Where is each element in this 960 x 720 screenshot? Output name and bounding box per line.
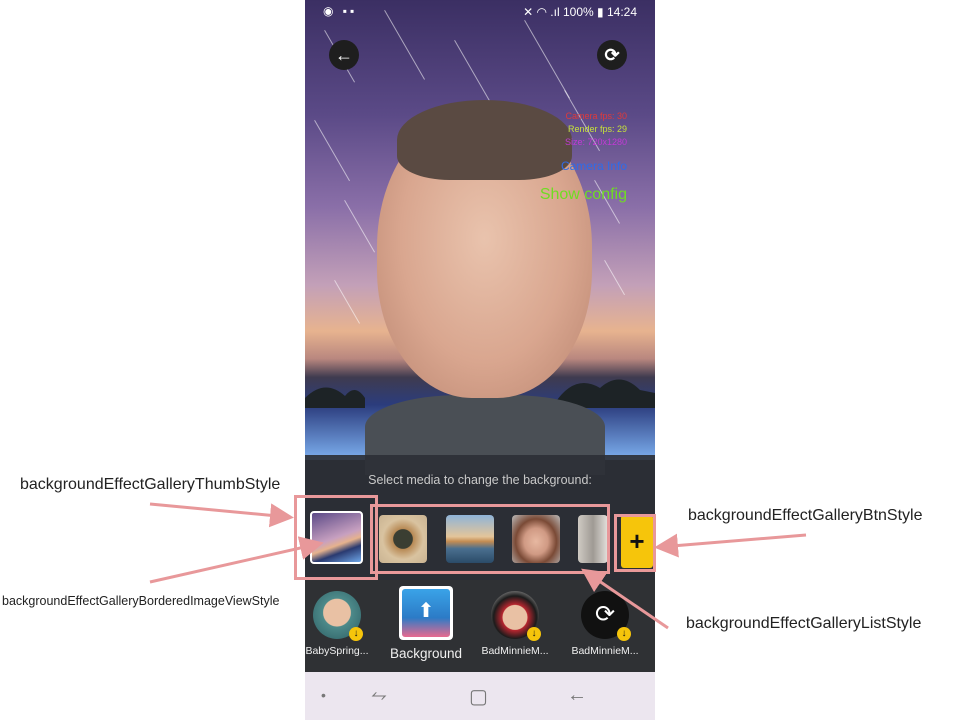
effect-item[interactable]: ↓ BadMinnieM...	[475, 583, 555, 657]
battery-icon: ▮	[597, 5, 607, 19]
person-hair	[397, 100, 572, 180]
list-style-label: backgroundEffectGalleryListStyle	[686, 615, 922, 632]
recents-icon[interactable]: ⥊	[371, 684, 387, 707]
render-fps-text: Render fps: 29	[567, 124, 627, 134]
btn-style-highlight	[614, 514, 656, 572]
back-icon[interactable]: ←	[567, 684, 587, 707]
effect-item[interactable]: ↓ BabySpring...	[305, 583, 377, 657]
effect-item-background[interactable]: ⬆ Background	[386, 583, 466, 661]
back-arrow-icon[interactable]: ←	[329, 40, 359, 70]
nav-dot-icon[interactable]: •	[321, 687, 326, 703]
effect-label: BadMinnieM...	[481, 645, 549, 657]
show-config-link[interactable]: Show config	[540, 186, 627, 204]
thumb-style-label: backgroundEffectGalleryThumbStyle	[20, 476, 281, 493]
status-bar: ◉ ▪▪ ✕ ◠ .ıl 100% ▮ 14:24	[305, 0, 655, 24]
bordered-image-view-style-label: backgroundEffectGalleryBorderedImageView…	[2, 594, 280, 608]
status-icons-right: ✕ ◠ .ıl 100% ▮ 14:24	[523, 5, 637, 19]
android-nav-bar: • ⥊ ▢ ←	[305, 672, 655, 720]
baby-spring-icon: ↓	[313, 591, 363, 641]
gallery-prompt: Select media to change the background:	[368, 473, 592, 487]
list-style-highlight	[370, 504, 610, 574]
effect-item[interactable]: ⟳ ↓ BadMinnieM...	[565, 583, 645, 657]
phone-screen: ◉ ▪▪ ✕ ◠ .ıl 100% ▮ 14:24 ← ⟳ Camera fps…	[305, 0, 655, 720]
battery-text: 100%	[562, 5, 594, 19]
effect-label: Background	[389, 646, 463, 661]
btn-style-label: backgroundEffectGalleryBtnStyle	[688, 507, 923, 524]
download-badge-icon: ↓	[527, 627, 541, 641]
effect-label: BabySpring...	[305, 645, 369, 657]
effect-label: BadMinnieM...	[571, 645, 639, 657]
background-gallery-icon: ⬆	[399, 586, 453, 640]
switch-camera-icon[interactable]: ⟳	[597, 40, 627, 70]
bad-minnie-icon: ↓	[491, 591, 541, 641]
clock: 14:24	[606, 5, 637, 19]
download-badge-icon: ↓	[617, 627, 631, 641]
download-badge-icon: ↓	[349, 627, 363, 641]
camera-info-link[interactable]: Camera Info	[561, 159, 627, 173]
camera-fps-text: Camera fps: 30	[565, 111, 627, 121]
size-text: Size: 720x1280	[564, 137, 627, 147]
status-icons-left: ◉ ▪▪	[323, 4, 358, 18]
thumb-style-highlight	[294, 495, 378, 580]
home-icon[interactable]: ▢	[469, 684, 488, 709]
refresh-icon: ⟳ ↓	[581, 591, 631, 641]
signal-icon: ✕ ◠ .ıl	[523, 5, 563, 19]
